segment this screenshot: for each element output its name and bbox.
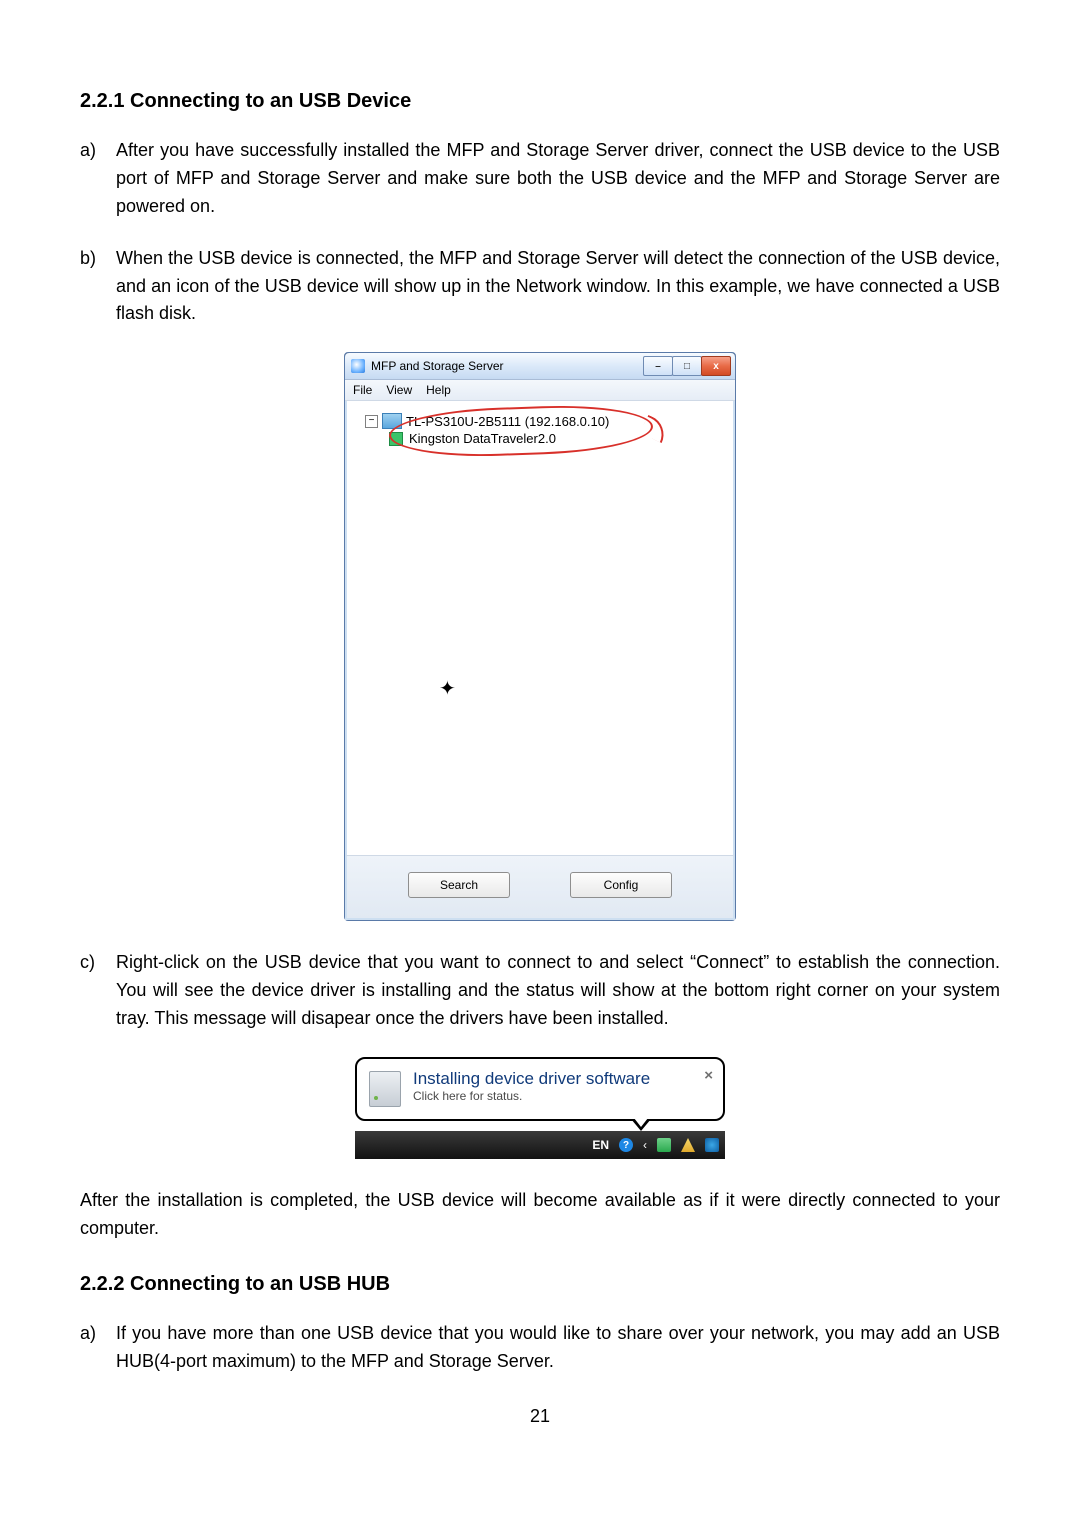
tray-language[interactable]: EN bbox=[592, 1138, 609, 1152]
list-item-text: If you have more than one USB device tha… bbox=[116, 1320, 1000, 1376]
page-number: 21 bbox=[80, 1406, 1000, 1427]
app-icon bbox=[351, 359, 365, 373]
search-button[interactable]: Search bbox=[408, 872, 510, 898]
menu-help[interactable]: Help bbox=[426, 383, 451, 397]
balloon-subtext: Click here for status. bbox=[413, 1089, 709, 1103]
maximize-button[interactable]: □ bbox=[672, 356, 702, 376]
tray-safely-remove-icon[interactable] bbox=[705, 1138, 719, 1152]
notification-balloon[interactable]: Installing device driver software Click … bbox=[355, 1057, 725, 1121]
list-item-text: After you have successfully installed th… bbox=[116, 137, 1000, 221]
notification-figure: Installing device driver software Click … bbox=[80, 1057, 1000, 1159]
tree-expander[interactable]: − bbox=[365, 415, 378, 428]
highlight-ellipse bbox=[388, 403, 654, 460]
titlebar[interactable]: MFP and Storage Server – □ x bbox=[345, 353, 735, 380]
list-item-text: Right-click on the USB device that you w… bbox=[116, 949, 1000, 1033]
system-tray: EN ? ‹ bbox=[355, 1131, 725, 1159]
list-marker: a) bbox=[80, 137, 116, 221]
window-title: MFP and Storage Server bbox=[371, 359, 644, 373]
app-window: MFP and Storage Server – □ x File View H… bbox=[344, 352, 736, 921]
cursor-icon: ✦ bbox=[439, 676, 456, 701]
balloon-tail bbox=[631, 1119, 651, 1131]
balloon-close-icon[interactable]: × bbox=[704, 1067, 713, 1084]
mfp-window-figure: MFP and Storage Server – □ x File View H… bbox=[80, 352, 1000, 921]
config-button[interactable]: Config bbox=[570, 872, 672, 898]
list-item-text: When the USB device is connected, the MF… bbox=[116, 245, 1000, 329]
section-heading-222: 2.2.2 Connecting to an USB HUB bbox=[80, 1273, 1000, 1296]
close-button[interactable]: x bbox=[701, 356, 731, 376]
tray-chevron-icon[interactable]: ‹ bbox=[643, 1138, 647, 1152]
device-install-icon bbox=[369, 1071, 401, 1107]
list-marker: a) bbox=[80, 1320, 116, 1376]
menubar: File View Help bbox=[345, 380, 735, 401]
tray-network-icon[interactable] bbox=[681, 1138, 695, 1152]
list-marker: b) bbox=[80, 245, 116, 329]
balloon-title: Installing device driver software bbox=[413, 1069, 709, 1089]
menu-view[interactable]: View bbox=[386, 383, 412, 397]
section-heading-221: 2.2.1 Connecting to an USB Device bbox=[80, 90, 1000, 113]
menu-file[interactable]: File bbox=[353, 383, 372, 397]
minimize-button[interactable]: – bbox=[643, 356, 673, 376]
after-install-text: After the installation is completed, the… bbox=[80, 1187, 1000, 1243]
tray-action-center-icon[interactable] bbox=[657, 1138, 671, 1152]
device-tree: − TL-PS310U-2B5111 (192.168.0.10) Kingst… bbox=[345, 401, 735, 855]
list-marker: c) bbox=[80, 949, 116, 1033]
tray-help-icon[interactable]: ? bbox=[619, 1138, 633, 1152]
